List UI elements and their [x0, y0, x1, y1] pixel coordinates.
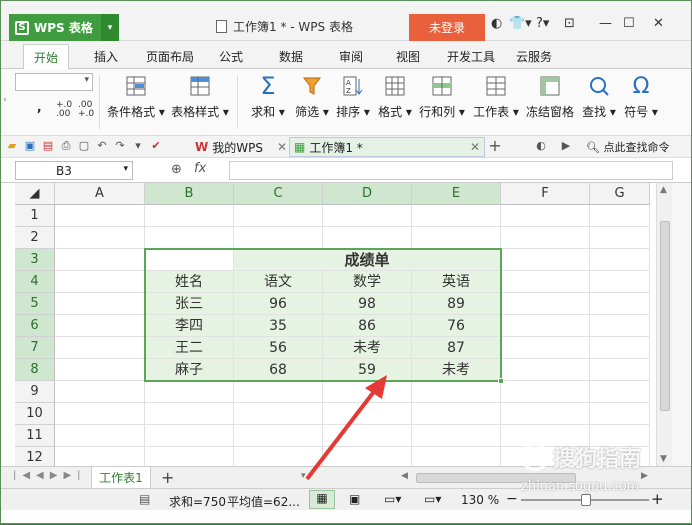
arrow-head [365, 375, 387, 399]
arrow-shaft [305, 383, 381, 481]
wps-window: S WPS 表格 ▾ 工作簿1 * - WPS 表格 未登录 ◐ 👕▾ ?▾ ⊡… [0, 0, 692, 524]
annotation-arrow [305, 375, 387, 481]
